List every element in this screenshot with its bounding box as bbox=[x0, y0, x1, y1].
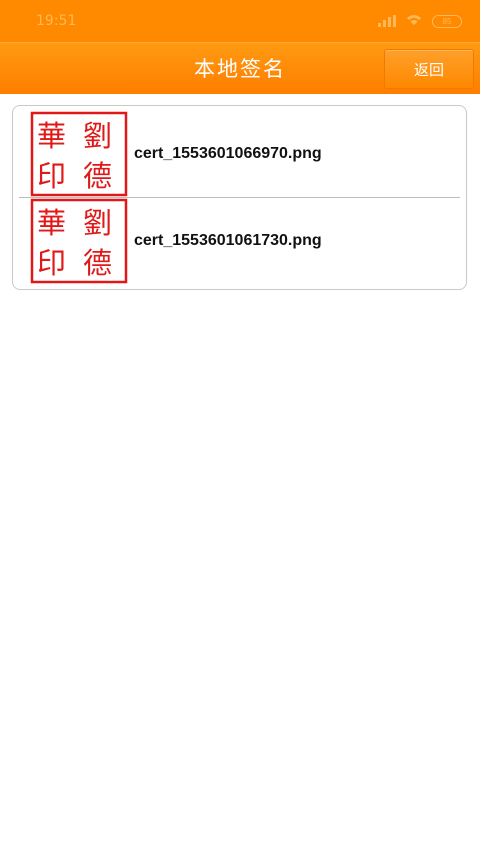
seal-character: 華 bbox=[37, 206, 66, 240]
seal-character: 劉 bbox=[83, 119, 112, 153]
seal-character: 印 bbox=[37, 246, 66, 280]
seal-thumbnail: 華 劉 印 德 bbox=[30, 111, 128, 197]
wifi-icon bbox=[406, 14, 422, 29]
seal-character: 華 bbox=[37, 119, 66, 153]
file-name: cert_1553601066970.png bbox=[134, 145, 322, 162]
seal-thumbnail: 華 劉 印 德 bbox=[30, 198, 128, 284]
status-time: 19:51 bbox=[36, 13, 77, 29]
title-bar: 本地签名 返回 bbox=[0, 42, 480, 94]
signature-list: 華 劉 印 德 cert_1553601066970.png 華 劉 印 德 c… bbox=[12, 105, 467, 290]
battery-icon: 85 bbox=[432, 14, 462, 28]
back-button[interactable]: 返回 bbox=[384, 49, 474, 89]
list-item[interactable]: 華 劉 印 德 cert_1553601066970.png bbox=[13, 111, 466, 197]
seal-character: 印 bbox=[37, 159, 66, 193]
status-icons: 85 bbox=[378, 14, 462, 29]
status-bar: 19:51 85 bbox=[0, 0, 480, 42]
file-name: cert_1553601061730.png bbox=[134, 232, 322, 249]
seal-character: 劉 bbox=[83, 206, 112, 240]
battery-level: 85 bbox=[442, 16, 452, 26]
seal-character: 德 bbox=[83, 159, 112, 193]
seal-character: 德 bbox=[83, 246, 112, 280]
list-item[interactable]: 華 劉 印 德 cert_1553601061730.png bbox=[13, 198, 466, 284]
signal-icon bbox=[378, 15, 396, 27]
